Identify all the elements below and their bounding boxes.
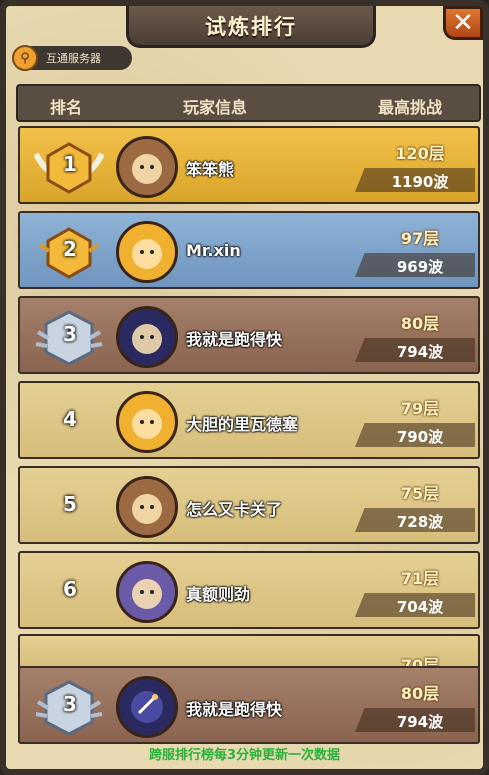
- magnifier-icon: ⚲: [12, 45, 38, 71]
- leaderboard-panel: 试炼排行 ✕ ⚲ 互通服务器 排名 玩家信息 最高挑战 1 笨笨熊 120层 1…: [0, 0, 489, 775]
- my-rank-number: 3: [63, 692, 77, 716]
- title-plate: 试炼排行: [126, 6, 376, 48]
- table-row[interactable]: 3 我就是跑得快 80层 794波: [18, 296, 480, 374]
- table-row[interactable]: 5 怎么又卡关了 75层 728波: [18, 466, 480, 544]
- avatar[interactable]: [116, 306, 178, 368]
- header-rank: 排名: [50, 98, 83, 117]
- player-name: 怎么又卡关了: [186, 500, 283, 519]
- row-floors: 97层: [400, 229, 440, 248]
- row-waves: 794波: [396, 343, 444, 361]
- avatar[interactable]: [116, 136, 178, 198]
- row-waves: 790波: [396, 428, 444, 446]
- row-floors: 71层: [400, 569, 440, 588]
- table-row[interactable]: 1 笨笨熊 120层 1190波: [18, 126, 480, 204]
- rank-number: 3: [63, 322, 77, 346]
- player-name: 真额则劲: [186, 585, 251, 604]
- my-floors: 80层: [400, 684, 440, 703]
- close-icon: ✕: [452, 8, 474, 38]
- row-floors: 79层: [400, 399, 440, 418]
- avatar[interactable]: [116, 476, 178, 538]
- close-button[interactable]: ✕: [443, 6, 483, 40]
- server-filter-button[interactable]: ⚲ 互通服务器: [12, 45, 132, 71]
- table-header: 排名 玩家信息 最高挑战: [16, 84, 481, 122]
- rank-number: 4: [63, 407, 77, 431]
- avatar[interactable]: [116, 221, 178, 283]
- avatar[interactable]: [116, 391, 178, 453]
- table-row[interactable]: 4 大胆的里瓦德塞 79层 790波: [18, 381, 480, 459]
- my-rank-row: 3 我就是跑得快 80层 794波: [18, 666, 480, 744]
- my-waves: 794波: [396, 713, 444, 731]
- row-floors: 80层: [400, 314, 440, 333]
- my-player-name: 我就是跑得快: [186, 700, 283, 719]
- player-name: 我就是跑得快: [186, 330, 283, 349]
- row-floors: 75层: [400, 484, 440, 503]
- rank-number: 1: [63, 152, 77, 176]
- row-waves: 969波: [396, 258, 444, 276]
- update-note: 跨服排行榜每3分钟更新一次数据: [148, 748, 341, 763]
- row-floors: 120层: [395, 144, 445, 163]
- row-waves: 728波: [396, 513, 444, 531]
- rank-number: 2: [63, 237, 77, 261]
- row-waves: 704波: [396, 598, 444, 616]
- list-item[interactable]: 70层: [18, 634, 480, 675]
- table-row[interactable]: 2 Mr.xin 97层 969波: [18, 211, 480, 289]
- rank-number: 6: [63, 577, 77, 601]
- player-name: Mr.xin: [186, 241, 241, 260]
- page-title: 试炼排行: [205, 14, 297, 39]
- header-player: 玩家信息: [183, 98, 248, 117]
- table-row[interactable]: 6 真额则劲 71层 704波: [18, 551, 480, 629]
- rank-number: 5: [63, 492, 77, 516]
- header-best: 最高挑战: [378, 98, 443, 117]
- avatar: [116, 676, 178, 738]
- player-name: 大胆的里瓦德塞: [186, 415, 299, 434]
- player-name: 笨笨熊: [186, 160, 235, 179]
- server-filter-label: 互通服务器: [46, 52, 101, 65]
- avatar[interactable]: [116, 561, 178, 623]
- row-waves: 1190波: [391, 173, 449, 191]
